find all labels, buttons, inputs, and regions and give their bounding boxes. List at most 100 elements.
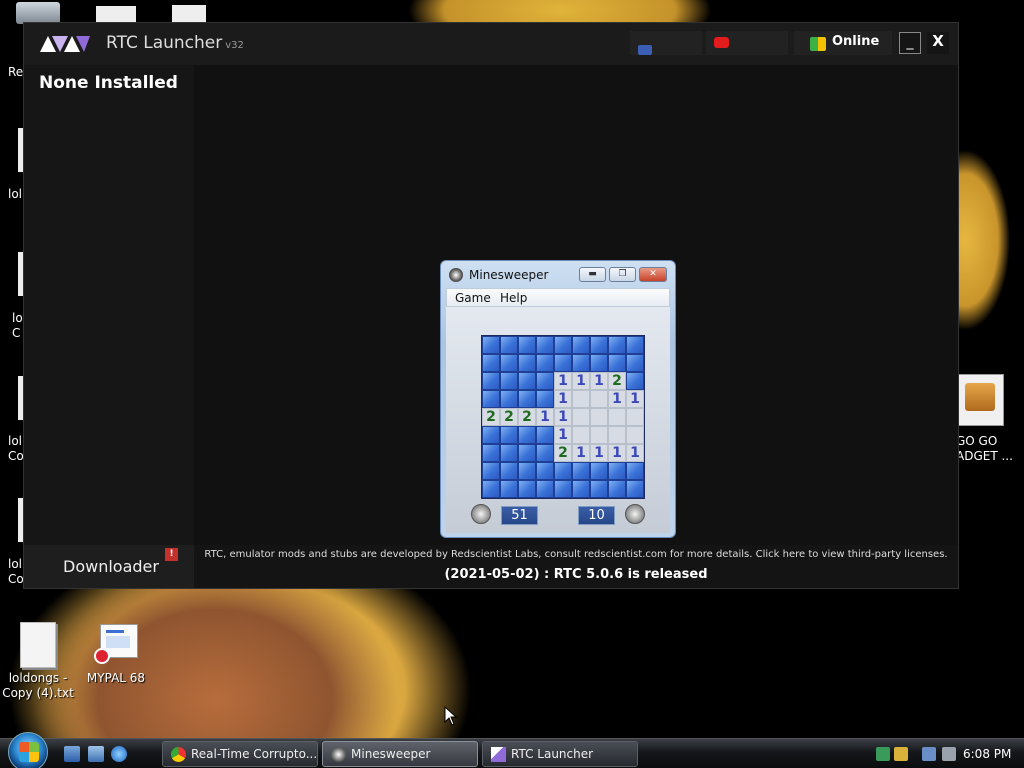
mine-cell-hidden[interactable] <box>536 480 554 498</box>
tray-app-icon[interactable] <box>876 747 890 761</box>
mine-cell-revealed[interactable] <box>572 426 590 444</box>
mine-cell-revealed[interactable] <box>590 408 608 426</box>
mine-cell-hidden[interactable] <box>518 336 536 354</box>
start-button[interactable] <box>8 732 48 768</box>
file-icon[interactable] <box>172 5 206 24</box>
mine-cell-revealed[interactable]: 2 <box>518 408 536 426</box>
mine-cell-hidden[interactable] <box>500 336 518 354</box>
mine-cell-revealed[interactable]: 1 <box>554 426 572 444</box>
mine-cell-hidden[interactable] <box>626 336 644 354</box>
menu-game[interactable]: Game <box>455 291 491 305</box>
mine-cell-revealed[interactable]: 1 <box>554 390 572 408</box>
maximize-button[interactable]: ❐ <box>609 267 636 282</box>
taskbar-clock[interactable]: 6:08 PM <box>963 747 1011 761</box>
switch-windows-icon[interactable] <box>88 746 104 762</box>
desktop-icon-partial[interactable] <box>18 498 23 542</box>
mine-cell-hidden[interactable] <box>572 480 590 498</box>
mine-cell-revealed[interactable]: 1 <box>590 372 608 390</box>
mine-cell-revealed[interactable] <box>608 408 626 426</box>
mine-cell-revealed[interactable]: 2 <box>500 408 518 426</box>
mine-cell-hidden[interactable] <box>518 426 536 444</box>
mine-cell-hidden[interactable] <box>590 462 608 480</box>
mine-cell-hidden[interactable] <box>518 462 536 480</box>
mine-cell-revealed[interactable]: 1 <box>608 444 626 462</box>
mine-cell-hidden[interactable] <box>482 444 500 462</box>
recycle-bin-icon[interactable] <box>16 2 60 24</box>
mine-cell-hidden[interactable] <box>572 336 590 354</box>
mine-cell-hidden[interactable] <box>536 426 554 444</box>
mine-cell-hidden[interactable] <box>482 462 500 480</box>
taskbar-item-rtc-browser[interactable]: Real-Time Corrupto... <box>162 741 318 767</box>
internet-explorer-icon[interactable] <box>111 746 127 762</box>
mine-cell-revealed[interactable] <box>590 390 608 408</box>
mine-cell-revealed[interactable]: 1 <box>572 372 590 390</box>
mine-cell-hidden[interactable] <box>518 354 536 372</box>
show-desktop-icon[interactable] <box>64 746 80 762</box>
mine-cell-hidden[interactable] <box>554 336 572 354</box>
mine-cell-hidden[interactable] <box>518 480 536 498</box>
network-icon[interactable] <box>922 747 936 761</box>
mine-cell-revealed[interactable] <box>626 408 644 426</box>
file-icon[interactable] <box>96 6 136 24</box>
mine-cell-hidden[interactable] <box>554 462 572 480</box>
mine-cell-hidden[interactable] <box>500 390 518 408</box>
mine-cell-hidden[interactable] <box>482 336 500 354</box>
mine-cell-hidden[interactable] <box>536 390 554 408</box>
mine-cell-hidden[interactable] <box>536 444 554 462</box>
mine-cell-hidden[interactable] <box>500 426 518 444</box>
mine-cell-hidden[interactable] <box>626 354 644 372</box>
mine-cell-hidden[interactable] <box>482 390 500 408</box>
mine-cell-hidden[interactable] <box>608 462 626 480</box>
mine-cell-revealed[interactable] <box>626 426 644 444</box>
taskbar-item-rtc-launcher[interactable]: RTC Launcher <box>482 741 638 767</box>
volume-muted-icon[interactable] <box>942 747 956 761</box>
desktop-icon-partial[interactable] <box>18 376 23 420</box>
mine-cell-hidden[interactable] <box>482 354 500 372</box>
mine-cell-revealed[interactable] <box>572 390 590 408</box>
mine-cell-revealed[interactable]: 2 <box>554 444 572 462</box>
online-status-button[interactable]: Online <box>794 31 892 55</box>
mine-cell-hidden[interactable] <box>500 462 518 480</box>
mine-cell-revealed[interactable]: 1 <box>554 372 572 390</box>
desktop-icon-partial[interactable] <box>18 128 23 172</box>
mine-cell-hidden[interactable] <box>626 462 644 480</box>
mine-cell-revealed[interactable]: 1 <box>608 390 626 408</box>
mine-cell-hidden[interactable] <box>518 390 536 408</box>
mine-cell-hidden[interactable] <box>536 462 554 480</box>
mine-cell-revealed[interactable]: 2 <box>482 408 500 426</box>
mine-cell-hidden[interactable] <box>590 354 608 372</box>
mine-cell-hidden[interactable] <box>482 426 500 444</box>
mine-cell-revealed[interactable] <box>572 408 590 426</box>
gadget-icon[interactable] <box>958 374 1004 426</box>
minimize-button[interactable]: _ <box>899 32 921 54</box>
desktop-icon-mypal[interactable]: MYPAL 68 <box>80 622 152 686</box>
mine-cell-revealed[interactable]: 1 <box>626 444 644 462</box>
youtube-button[interactable] <box>706 31 788 55</box>
tray-app-icon[interactable] <box>894 747 908 761</box>
mine-cell-hidden[interactable] <box>608 480 626 498</box>
minimize-button[interactable]: ▬ <box>579 267 606 282</box>
mine-cell-hidden[interactable] <box>590 480 608 498</box>
taskbar-item-minesweeper[interactable]: Minesweeper <box>322 741 478 767</box>
desktop-icon-loldongs[interactable]: loldongs - Copy (4).txt <box>2 622 74 701</box>
mine-cell-revealed[interactable]: 2 <box>608 372 626 390</box>
mine-cell-revealed[interactable] <box>608 426 626 444</box>
mine-cell-hidden[interactable] <box>572 354 590 372</box>
mine-cell-hidden[interactable] <box>626 372 644 390</box>
mine-cell-hidden[interactable] <box>500 354 518 372</box>
mine-cell-hidden[interactable] <box>554 354 572 372</box>
mine-cell-revealed[interactable]: 1 <box>626 390 644 408</box>
menu-help[interactable]: Help <box>500 291 527 305</box>
mine-cell-hidden[interactable] <box>500 372 518 390</box>
mine-cell-revealed[interactable]: 1 <box>590 444 608 462</box>
mine-cell-revealed[interactable]: 1 <box>572 444 590 462</box>
mine-cell-hidden[interactable] <box>554 480 572 498</box>
mine-cell-hidden[interactable] <box>518 444 536 462</box>
discord-button[interactable] <box>630 31 702 55</box>
desktop-icon-partial[interactable] <box>18 252 23 296</box>
mine-cell-hidden[interactable] <box>626 480 644 498</box>
mine-cell-hidden[interactable] <box>572 462 590 480</box>
mine-cell-hidden[interactable] <box>500 480 518 498</box>
downloader-button[interactable]: Downloader ! <box>24 545 194 588</box>
mine-cell-hidden[interactable] <box>482 480 500 498</box>
